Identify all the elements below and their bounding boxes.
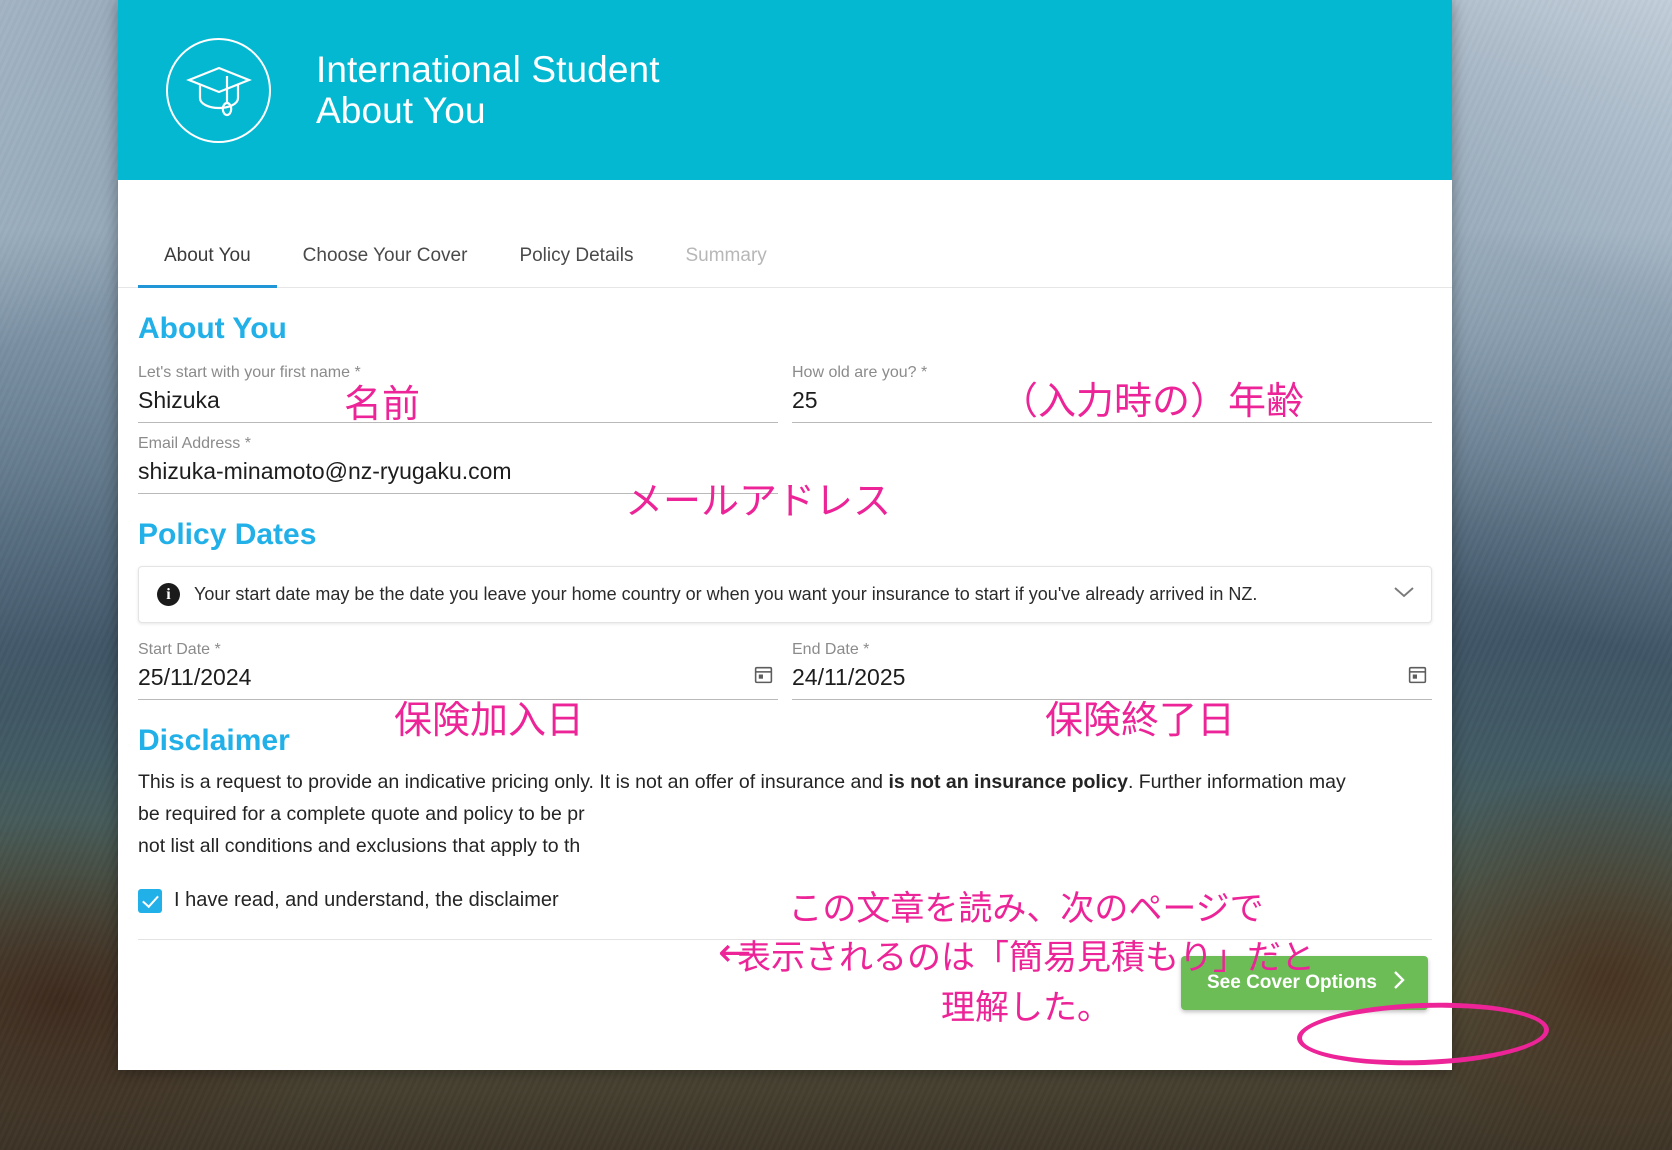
info-icon: i [157,583,180,606]
start-date-input[interactable]: 25/11/2024 [138,661,778,700]
tab-policy-details[interactable]: Policy Details [493,245,659,287]
field-start-date: Start Date * 25/11/2024 [138,629,778,700]
first-name-value: Shizuka [138,387,220,413]
end-date-label: End Date * [792,641,870,658]
field-end-date: End Date * 24/11/2025 [792,629,1432,700]
disclaimer-checkbox-label: I have read, and understand, the disclai… [174,889,559,912]
chevron-down-icon[interactable] [1393,585,1415,604]
step-tabs: About You Choose Your Cover Policy Detai… [118,180,1452,288]
header-titles: International Student About You [316,49,660,132]
chevron-right-icon [1393,970,1406,996]
disclaimer-paragraph: This is a request to provide an indicati… [138,766,1428,863]
first-name-input[interactable]: Shizuka [138,384,778,423]
tab-about-you[interactable]: About You [138,245,277,288]
age-input[interactable]: 25 [792,384,1432,423]
end-date-value: 24/11/2025 [792,664,906,690]
age-value: 25 [792,387,818,413]
field-email: Email Address * shizuka-minamoto@nz-ryug… [138,423,778,494]
row-name-age: Let's start with your first name * Shizu… [138,352,1432,423]
graduation-cap-icon [166,37,271,143]
policy-dates-info-banner[interactable]: i Your start date may be the date you le… [138,566,1432,623]
see-cover-options-button[interactable]: See Cover Options [1181,955,1428,1010]
section-title-about-you: About You [138,312,287,345]
page-header: International Student About You [118,0,1452,180]
start-date-value: 25/11/2024 [138,664,252,690]
header-line2: About You [316,90,486,131]
section-title-policy-dates: Policy Dates [138,518,317,551]
footer-divider [138,938,1432,940]
row-email: Email Address * shizuka-minamoto@nz-ryug… [138,423,1432,494]
field-email-spacer [792,423,1432,494]
disclaimer-checkbox-row[interactable]: I have read, and understand, the disclai… [138,888,1432,913]
info-banner-text: Your start date may be the date you leav… [194,584,1258,604]
disclaimer-line1-b: . Further information may [1127,771,1346,793]
tab-summary[interactable]: Summary [659,245,792,287]
email-value: shizuka-minamoto@nz-ryugaku.com [138,458,512,484]
disclaimer-line2: be required for a complete quote and pol… [138,803,585,826]
first-name-label: Let's start with your first name * [138,364,361,381]
row-dates: Start Date * 25/11/2024 End Date * 24/11… [138,629,1432,700]
disclaimer-line3: not list all conditions and exclusions t… [138,835,581,858]
email-label: Email Address * [138,435,251,452]
tab-choose-your-cover[interactable]: Choose Your Cover [277,245,494,287]
disclaimer-line1-bold: is not an insurance policy [888,771,1128,793]
end-date-input[interactable]: 24/11/2025 [792,661,1432,700]
form-footer: See Cover Options [118,940,1452,1026]
calendar-icon[interactable] [753,664,774,691]
email-input[interactable]: shizuka-minamoto@nz-ryugaku.com [138,455,778,494]
quote-form-card: International Student About You About Yo… [118,0,1452,1070]
calendar-icon[interactable] [1407,664,1428,691]
see-cover-options-label: See Cover Options [1207,971,1377,993]
start-date-label: Start Date * [138,641,221,658]
disclaimer-checkbox[interactable] [138,888,162,913]
section-title-disclaimer: Disclaimer [138,724,290,757]
form-body: About You Let's start with your first na… [118,312,1452,940]
field-first-name: Let's start with your first name * Shizu… [138,352,778,423]
header-line1: International Student [316,48,660,90]
disclaimer-line1-a: This is a request to provide an indicati… [138,771,889,793]
age-label: How old are you? * [792,364,928,381]
field-age: How old are you? * 25 [792,352,1432,423]
